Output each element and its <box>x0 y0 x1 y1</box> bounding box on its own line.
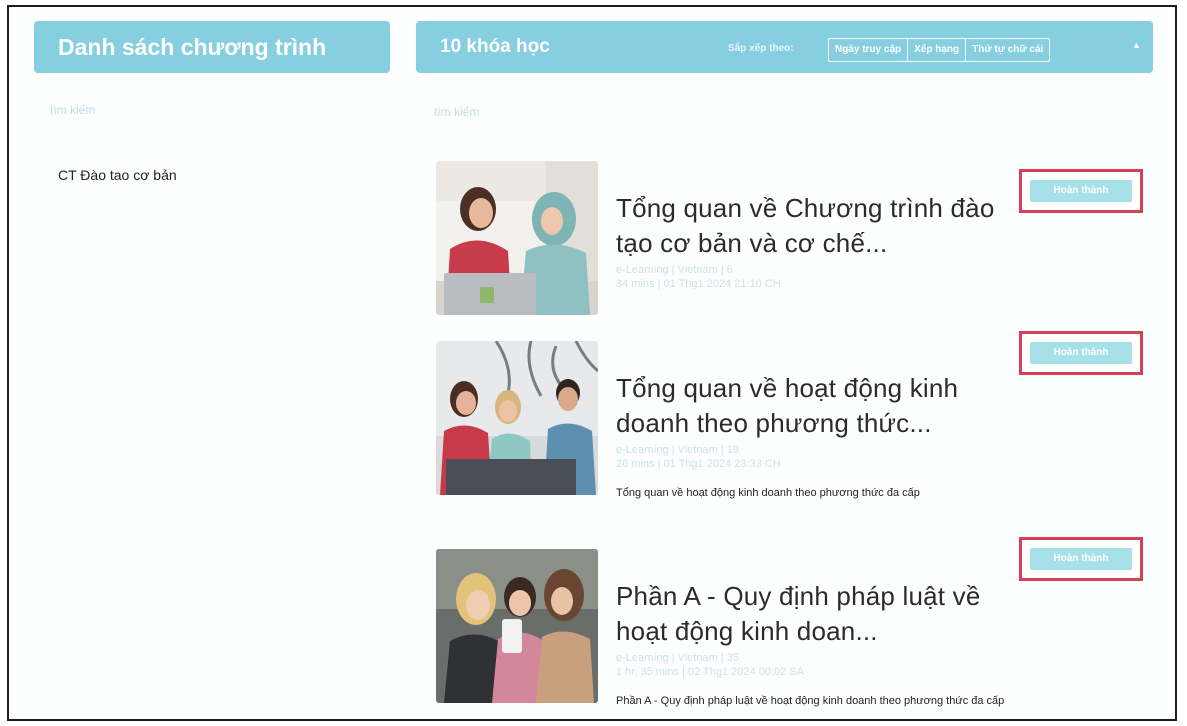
status-highlight: Hoàn thành <box>1019 537 1143 581</box>
course-meta: e-Learning | Vietnam | 6 34 mins | 01 Th… <box>616 263 946 291</box>
status-highlight: Hoàn thành <box>1019 331 1143 375</box>
course-thumbnail[interactable] <box>436 341 598 495</box>
course-description: Tổng quan về hoạt động kinh doanh theo p… <box>616 487 920 499</box>
course-thumbnail[interactable] <box>436 161 598 315</box>
page-frame: Danh sách chương trình tìm kiếm CT Đào t… <box>7 5 1177 721</box>
course-meta-info: e-Learning | Vietnam | 19 <box>616 444 739 456</box>
program-search-input[interactable]: tìm kiếm <box>50 103 95 117</box>
status-highlight: Hoàn thành <box>1019 169 1143 213</box>
sort-by-access-date-button[interactable]: Ngày truy cập <box>829 39 909 61</box>
course-meta-info: e-Learning | Vietnam | 6 <box>616 264 733 276</box>
course-title[interactable]: Tổng quan về hoạt động kinh doanh theo p… <box>616 371 996 441</box>
course-title[interactable]: Phần A - Quy định pháp luật về hoạt động… <box>616 579 996 649</box>
course-card[interactable]: Phần A - Quy định pháp luật về hoạt động… <box>436 537 1156 719</box>
sort-by-rating-button[interactable]: Xếp hạng <box>908 39 967 61</box>
sort-alphabetical-button[interactable]: Thứ tự chữ cái <box>966 39 1049 61</box>
program-item[interactable]: CT Đào tao cơ bản <box>58 167 177 183</box>
course-card[interactable]: Tổng quan về hoạt động kinh doanh theo p… <box>436 331 1156 511</box>
course-meta-duration: 1 hr, 35 mins | 02 Thg1 2024 00:02 SA <box>616 666 804 678</box>
sort-options: Ngày truy cập Xếp hạng Thứ tự chữ cái <box>828 38 1051 62</box>
course-thumbnail[interactable] <box>436 549 598 703</box>
course-list-header: 10 khóa học Sắp xếp theo: Ngày truy cập … <box>416 21 1153 73</box>
sort-direction-icon[interactable]: ▲ <box>1132 40 1141 50</box>
course-meta: e-Learning | Vietnam | 19 26 mins | 01 T… <box>616 443 946 471</box>
course-description: Phần A - Quy định pháp luật về hoạt động… <box>616 695 1005 707</box>
program-list-header: Danh sách chương trình <box>34 21 390 73</box>
course-meta-info: e-Learning | Vietnam | 35 <box>616 652 739 664</box>
course-count: 10 khóa học <box>440 36 550 57</box>
completed-status-button[interactable]: Hoàn thành <box>1030 342 1132 364</box>
program-list-title: Danh sách chương trình <box>58 34 327 60</box>
sort-label: Sắp xếp theo: <box>728 43 794 54</box>
program-list-panel: Danh sách chương trình tìm kiếm CT Đào t… <box>34 21 392 721</box>
course-meta: e-Learning | Vietnam | 35 1 hr, 35 mins … <box>616 651 946 679</box>
course-meta-duration: 26 mins | 01 Thg1 2024 23:33 CH <box>616 458 781 470</box>
course-list-panel: 10 khóa học Sắp xếp theo: Ngày truy cập … <box>416 21 1161 721</box>
course-meta-duration: 34 mins | 01 Thg1 2024 21:10 CH <box>616 278 781 290</box>
completed-status-button[interactable]: Hoàn thành <box>1030 548 1132 570</box>
course-card[interactable]: Tổng quan về Chương trình đào tạo cơ bản… <box>436 161 1156 331</box>
course-search-input[interactable]: tìm kiếm <box>434 105 479 119</box>
completed-status-button[interactable]: Hoàn thành <box>1030 180 1132 202</box>
course-title[interactable]: Tổng quan về Chương trình đào tạo cơ bản… <box>616 191 996 261</box>
